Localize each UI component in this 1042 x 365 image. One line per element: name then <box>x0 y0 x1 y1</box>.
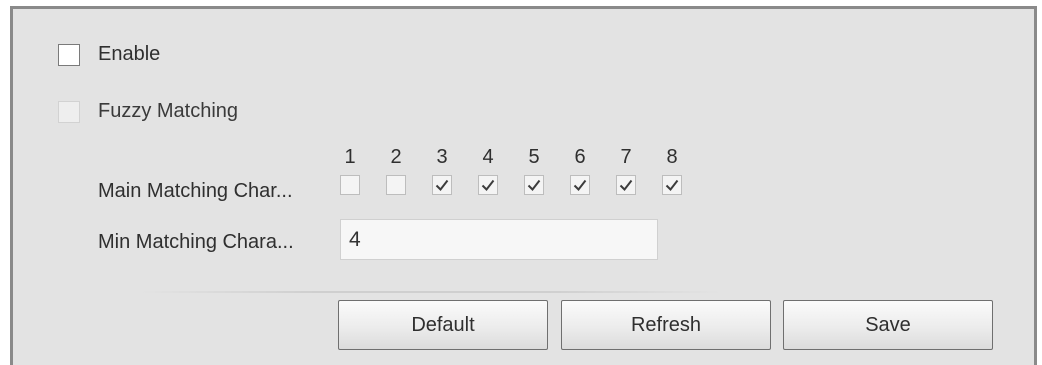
position-checkbox-8[interactable] <box>662 175 682 195</box>
position-checkbox-1[interactable] <box>340 175 360 195</box>
save-button[interactable]: Save <box>783 300 993 350</box>
position-checkbox-2[interactable] <box>386 175 406 195</box>
fuzzy-matching-checkbox[interactable] <box>58 101 80 123</box>
position-checkbox-5[interactable] <box>524 175 544 195</box>
check-icon <box>481 179 495 192</box>
position-number-5: 5 <box>528 146 540 168</box>
check-icon <box>435 179 449 192</box>
position-number-6: 6 <box>574 146 586 168</box>
position-number-8: 8 <box>666 146 678 168</box>
check-icon <box>527 179 541 192</box>
position-number-4: 4 <box>482 146 494 168</box>
enable-label: Enable <box>98 43 161 65</box>
position-number-2: 2 <box>390 146 402 168</box>
min-matching-label: Min Matching Chara... <box>98 231 294 253</box>
refresh-button[interactable]: Refresh <box>561 300 771 350</box>
position-checkbox-4[interactable] <box>478 175 498 195</box>
check-icon <box>619 179 633 192</box>
fuzzy-matching-label: Fuzzy Matching <box>98 100 239 122</box>
position-number-3: 3 <box>436 146 448 168</box>
check-icon <box>665 179 679 192</box>
check-icon <box>573 179 587 192</box>
divider <box>141 291 721 293</box>
position-number-7: 7 <box>620 146 632 168</box>
enable-checkbox[interactable] <box>58 44 80 66</box>
position-checkbox-7[interactable] <box>616 175 636 195</box>
main-matching-label: Main Matching Char... <box>98 180 293 202</box>
position-checkbox-6[interactable] <box>570 175 590 195</box>
settings-panel: Enable Fuzzy Matching Main Matching Char… <box>10 6 1037 365</box>
min-matching-input[interactable]: 4 <box>340 219 658 260</box>
position-number-1: 1 <box>344 146 356 168</box>
position-checkbox-3[interactable] <box>432 175 452 195</box>
default-button[interactable]: Default <box>338 300 548 350</box>
